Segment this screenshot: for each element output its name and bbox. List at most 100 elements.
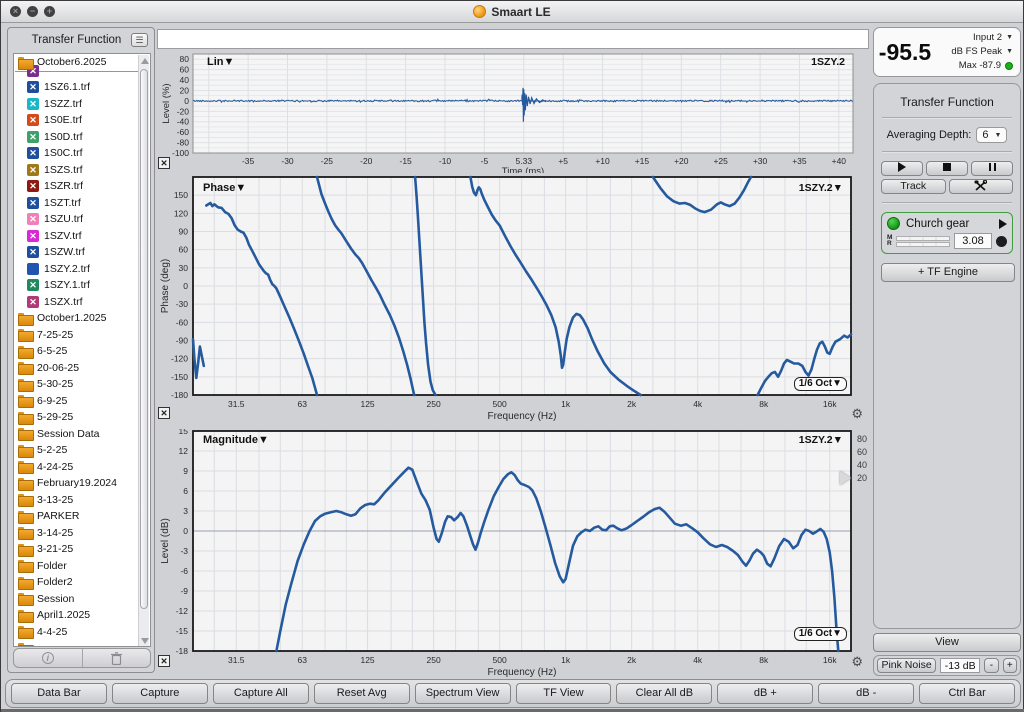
svg-text:9: 9	[183, 466, 188, 476]
svg-text:-180: -180	[171, 390, 188, 400]
file-list-scrollbar[interactable]	[138, 55, 149, 646]
svg-text:3: 3	[183, 506, 188, 516]
data-bar-button[interactable]: Data Bar	[11, 683, 107, 704]
capture-button[interactable]: Capture	[111, 683, 208, 704]
minimize-window-button[interactable]: −	[27, 6, 38, 17]
folder-icon	[18, 593, 34, 607]
item-name: 1SZV.trf	[44, 229, 82, 242]
file-item[interactable]: ✕ 1SZS.trf	[14, 162, 141, 179]
level-plus-button[interactable]: +	[1002, 658, 1017, 673]
folder-item[interactable]: October1.2025	[14, 310, 141, 327]
close-phase-pane-icon[interactable]: ✕	[158, 407, 170, 419]
folder-item[interactable]: 6-9-25	[14, 393, 141, 410]
meter-mode-select[interactable]: dB FS Peak ▼	[936, 45, 1013, 59]
db--button[interactable]: dB -	[818, 683, 915, 704]
folder-item[interactable]: April1.2025	[14, 607, 141, 624]
folder-item[interactable]	[14, 640, 141, 646]
info-button[interactable]: i	[14, 649, 82, 667]
ctrl-bar-button[interactable]: Ctrl Bar	[919, 683, 1016, 704]
svg-text:+15: +15	[635, 156, 650, 166]
folder-item[interactable]: 5-29-25	[14, 409, 141, 426]
clear-all-db-button[interactable]: Clear All dB	[616, 683, 713, 704]
magnitude-view-menu[interactable]: Magnitude▼	[203, 434, 269, 446]
close-magnitude-pane-icon[interactable]: ✕	[158, 655, 170, 667]
phase-settings-gear-icon[interactable]: ⚙	[851, 407, 863, 420]
lin-view-menu[interactable]: Lin▼	[207, 56, 234, 68]
svg-text:250: 250	[426, 655, 440, 665]
folder-item[interactable]: 4-4-25	[14, 624, 141, 641]
scroll-down-icon[interactable]	[141, 638, 149, 644]
folder-item[interactable]: Folder	[14, 558, 141, 575]
file-item[interactable]: ✕ 1S0D.trf	[14, 129, 141, 146]
view-button[interactable]: View	[873, 633, 1021, 652]
file-item[interactable]: ✕ 1SZY.1.trf	[14, 277, 141, 294]
file-item[interactable]: ✕ 1SZU.trf	[14, 211, 141, 228]
item-name: 1SZS.trf	[44, 163, 83, 176]
folder-item[interactable]: 20-06-25	[14, 360, 141, 377]
folder-item[interactable]: February19.2024	[14, 475, 141, 492]
magnitude-trace-menu[interactable]: 1SZY.2▼	[799, 434, 843, 446]
folder-item[interactable]: 4-24-25	[14, 459, 141, 476]
pause-button[interactable]	[971, 161, 1013, 176]
magnitude-smoothing-menu[interactable]: 1/6 Oct▼	[793, 627, 847, 641]
file-item[interactable]: ✕ 1SZX.trf	[14, 294, 141, 311]
db--button[interactable]: dB +	[717, 683, 814, 704]
stop-button[interactable]	[926, 161, 968, 176]
file-item[interactable]: ✕ 1SZR.trf	[14, 178, 141, 195]
add-tf-engine-button[interactable]: + TF Engine	[881, 263, 1015, 282]
folder-item[interactable]: 3-13-25	[14, 492, 141, 509]
start-button[interactable]	[881, 161, 923, 176]
phase-trace-menu[interactable]: 1SZY.2▼	[799, 182, 843, 194]
close-lin-pane-icon[interactable]: ✕	[158, 157, 170, 169]
file-item[interactable]: ✕ 1SZV.trf	[14, 228, 141, 245]
folder-item[interactable]: Session	[14, 591, 141, 608]
file-item[interactable]: 1SZY.2.trf	[14, 261, 141, 278]
scrollbar-thumb[interactable]	[140, 69, 148, 609]
phase-view-menu[interactable]: Phase▼	[203, 182, 246, 194]
folder-item[interactable]: PARKER	[14, 508, 141, 525]
pink-noise-button[interactable]: Pink Noise	[877, 658, 937, 673]
file-item[interactable]: ✕ 1SZT.trf	[14, 195, 141, 212]
zoom-window-button[interactable]: +	[44, 6, 55, 17]
scroll-up-icon[interactable]	[141, 58, 149, 64]
trash-icon	[110, 651, 122, 665]
file-item[interactable]: ✕ 1SZZ.trf	[14, 96, 141, 113]
folder-item[interactable]: 3-14-25	[14, 525, 141, 542]
folder-item[interactable]: 6-5-25	[14, 343, 141, 360]
folder-item[interactable]: Session Data	[14, 426, 141, 443]
tf-view-button[interactable]: TF View	[515, 683, 612, 704]
folder-item[interactable]: 5-2-25	[14, 442, 141, 459]
file-item[interactable]: ✕ 1S0E.trf	[14, 112, 141, 129]
engine-delay-value[interactable]: 3.08	[954, 233, 992, 249]
record-dot-icon[interactable]	[996, 235, 1007, 247]
input-select[interactable]: Input 2 ▼	[936, 31, 1013, 45]
delete-button[interactable]	[83, 649, 151, 667]
folder-item[interactable]: Folder2	[14, 574, 141, 591]
file-item[interactable]: ✕ 1SZ6.1.trf	[14, 79, 141, 96]
spectrum-view-button[interactable]: Spectrum View	[414, 683, 511, 704]
reset-avg-button[interactable]: Reset Avg	[313, 683, 410, 704]
magnitude-settings-gear-icon[interactable]: ⚙	[851, 655, 863, 668]
svg-text:-12: -12	[176, 606, 189, 616]
level-minus-button[interactable]: -	[984, 658, 999, 673]
averaging-depth-select[interactable]: 6 ▼	[976, 127, 1008, 143]
svg-text:2k: 2k	[627, 399, 637, 409]
menu-icon[interactable]: ☰	[131, 33, 148, 47]
file-list[interactable]: October6.2025 ✕ ✕ 1SZ6.1.trf ✕ 1SZZ.trf ✕ 1S0E.…	[13, 53, 151, 647]
track-button[interactable]: Track	[881, 179, 946, 194]
phase-smoothing-menu[interactable]: 1/6 Oct▼	[793, 377, 847, 391]
file-item[interactable]: ✕ 1SZW.trf	[14, 244, 141, 261]
tools-button[interactable]	[948, 179, 1013, 194]
svg-text:-150: -150	[171, 372, 188, 382]
folder-item[interactable]: 7-25-25	[14, 327, 141, 344]
file-item[interactable]: ✕ 1S0C.trf	[14, 145, 141, 162]
lin-trace-label[interactable]: 1SZY.2	[811, 56, 845, 68]
engine-play-icon[interactable]	[999, 218, 1007, 229]
folder-item[interactable]: 3-21-25	[14, 541, 141, 558]
threshold-marker-icon[interactable]	[840, 471, 851, 485]
folder-icon	[18, 329, 34, 343]
trf-file-icon: ✕	[27, 147, 39, 160]
capture-all-button[interactable]: Capture All	[212, 683, 309, 704]
folder-item[interactable]: 5-30-25	[14, 376, 141, 393]
close-window-button[interactable]: ×	[10, 6, 21, 17]
